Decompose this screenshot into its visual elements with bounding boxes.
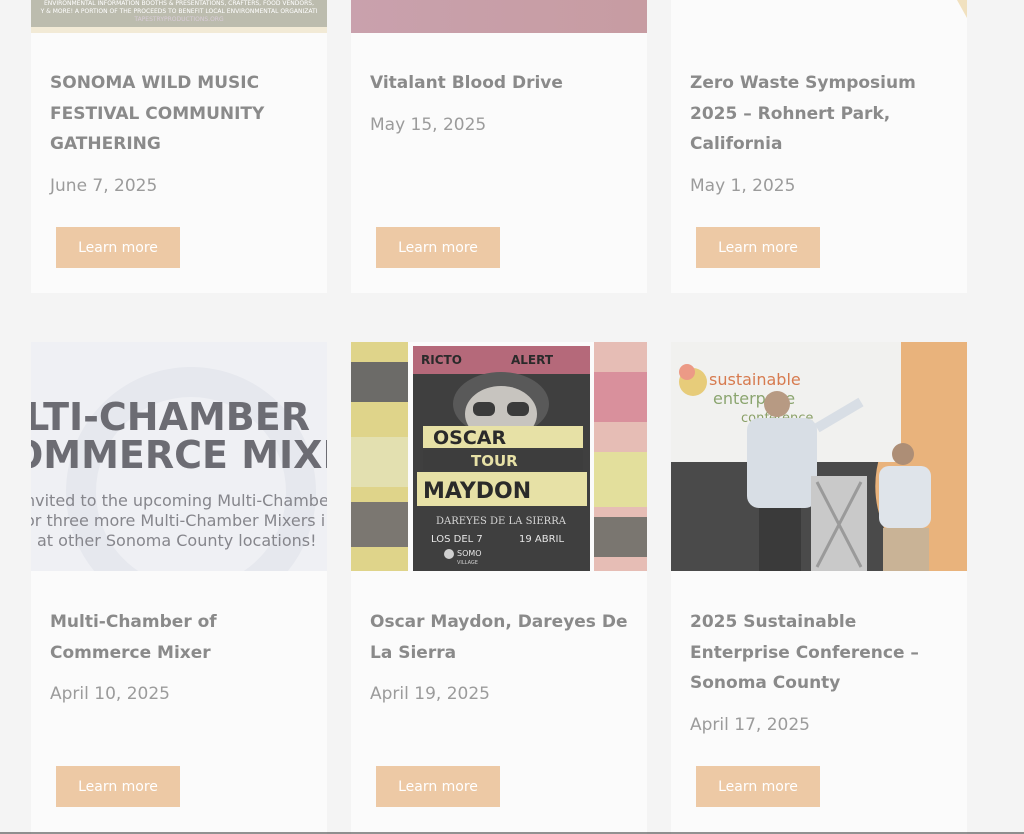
poster-text: TOUR: [471, 452, 518, 470]
learn-more-button[interactable]: Learn more: [376, 227, 500, 268]
learn-more-button[interactable]: Learn more: [376, 766, 500, 807]
image-caption-line: or three more Multi-Chamber Mixers i: [31, 511, 325, 530]
event-image[interactable]: [351, 0, 647, 33]
poster-text: RICTO: [421, 353, 462, 367]
event-card: ENVIRONMENTAL INFORMATION BOOTHS & PRESE…: [31, 0, 327, 293]
poster-text: OSCAR: [433, 427, 506, 449]
event-date: May 15, 2025: [370, 115, 487, 135]
event-card: Zero Waste Symposium 2025 – Rohnert Park…: [671, 0, 967, 293]
poster-text: SOMO: [457, 549, 482, 558]
learn-more-button[interactable]: Learn more: [56, 227, 180, 268]
image-caption-line: nvited to the upcoming Multi-Chambe: [31, 491, 327, 510]
poster-text: VILLAGE: [457, 560, 478, 566]
banner-text: sustainable: [709, 370, 801, 389]
poster-text: MAYDON: [423, 479, 531, 504]
event-card: JLTI-CHAMBER OMMERCE MIXE nvited to the …: [31, 342, 327, 834]
event-date: June 7, 2025: [50, 176, 158, 196]
image-headline: OMMERCE MIXE: [31, 433, 327, 477]
poster-text: DAREYES DE LA SIERRA: [436, 516, 567, 527]
event-date: April 10, 2025: [50, 684, 170, 704]
event-card: Vitalant Blood Drive May 15, 2025 Learn …: [351, 0, 647, 293]
poster-text: LOS DEL 7: [431, 534, 483, 545]
image-caption-line: at other Sonoma County locations!: [37, 531, 317, 550]
event-title[interactable]: 2025 Sustainable Enterprise Conference –…: [690, 607, 960, 699]
event-title[interactable]: Multi-Chamber of Commerce Mixer: [50, 607, 320, 668]
learn-more-button[interactable]: Learn more: [56, 766, 180, 807]
learn-more-button[interactable]: Learn more: [696, 766, 820, 807]
event-date: April 17, 2025: [690, 715, 810, 735]
event-image[interactable]: sustainable enterprise conference: [671, 342, 967, 571]
event-title[interactable]: Oscar Maydon, Dareyes De La Sierra: [370, 607, 640, 668]
event-title[interactable]: Zero Waste Symposium 2025 – Rohnert Park…: [690, 68, 960, 160]
event-image[interactable]: RICTO ALERT OSCAR TOUR MAYDON DAREYES DE…: [351, 342, 647, 571]
event-card: RICTO ALERT OSCAR TOUR MAYDON DAREYES DE…: [351, 342, 647, 834]
event-image[interactable]: JLTI-CHAMBER OMMERCE MIXE nvited to the …: [31, 342, 327, 571]
image-caption-line: TAPESTRYPRODUCTIONS.ORG: [133, 16, 224, 23]
event-date: May 1, 2025: [690, 176, 796, 196]
poster-text: 19 ABRIL: [519, 534, 565, 545]
event-title[interactable]: SONOMA WILD MUSIC FESTIVAL COMMUNITY GAT…: [50, 68, 320, 160]
event-title[interactable]: Vitalant Blood Drive: [370, 68, 640, 99]
event-image[interactable]: [671, 0, 967, 33]
image-caption-line: ENVIRONMENTAL INFORMATION BOOTHS & PRESE…: [44, 0, 314, 7]
event-image[interactable]: ENVIRONMENTAL INFORMATION BOOTHS & PRESE…: [31, 0, 327, 33]
poster-text: ALERT: [511, 353, 554, 367]
learn-more-button[interactable]: Learn more: [696, 227, 820, 268]
event-date: April 19, 2025: [370, 684, 490, 704]
image-caption-line: Y & MORE! A PORTION OF THE PROCEEDS TO B…: [40, 8, 318, 15]
event-card: sustainable enterprise conference 2025 S…: [671, 342, 967, 834]
